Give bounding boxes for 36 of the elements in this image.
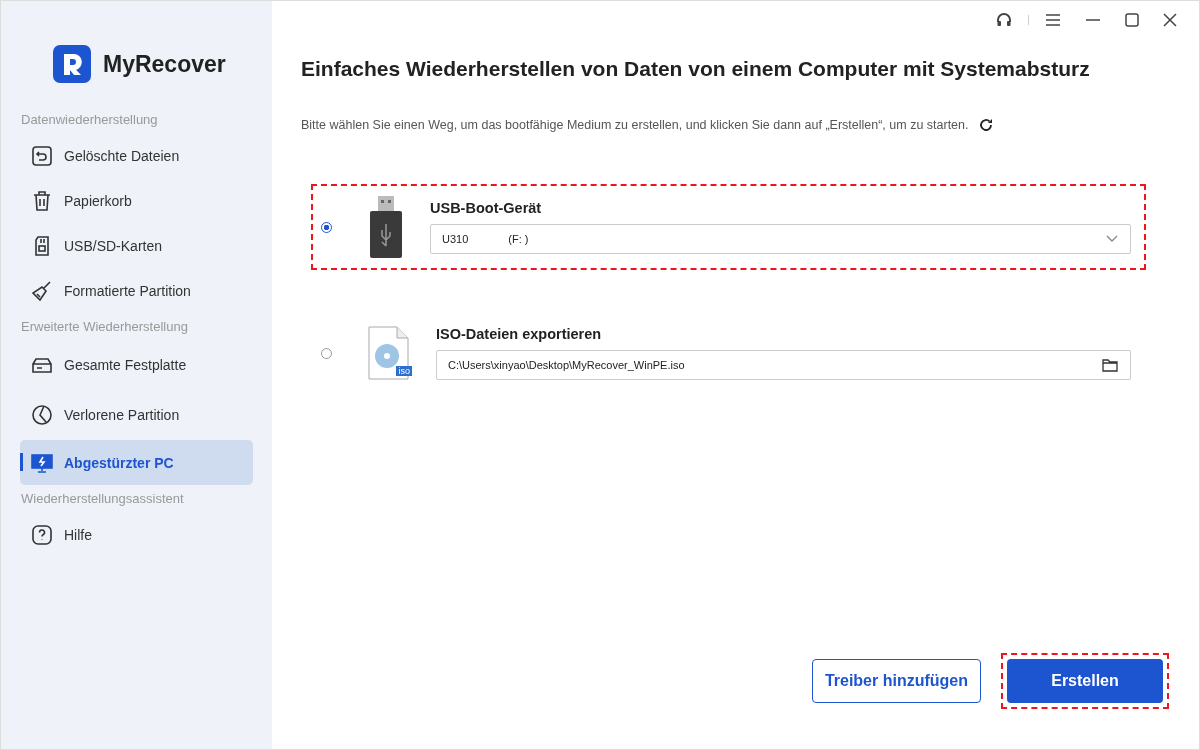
- usb-drive-icon: [368, 196, 404, 258]
- sidebar-item[interactable]: USB/SD-Karten: [20, 223, 253, 268]
- section-heading: Erweiterte Wiederherstellung: [20, 318, 189, 336]
- add-driver-button[interactable]: Treiber hinzufügen: [811, 659, 981, 703]
- chevron-down-icon: [1106, 235, 1118, 243]
- radio-button[interactable]: [321, 221, 332, 233]
- sidebar-item[interactable]: Abgestürzter PC: [20, 440, 253, 485]
- sidebar-item[interactable]: Papierkorb: [20, 178, 253, 223]
- app-logo-icon: [53, 45, 91, 83]
- section-heading: Datenwiederherstellung: [20, 111, 159, 129]
- instruction-text: Bitte wählen Sie einen Weg, um das bootfähige Medium zu erstellen, und klicken Sie dann auf „Erstellen“, um zu starten.: [301, 118, 969, 132]
- option-label: USB-Boot-Gerät: [430, 200, 543, 216]
- menu-icon[interactable]: [1045, 13, 1061, 27]
- sidebar-item[interactable]: Hilfe: [20, 512, 253, 557]
- path-field[interactable]: C:\Users\xinyao\Desktop\MyRecover_WinPE.iso: [436, 350, 1131, 380]
- create-button[interactable]: Erstellen: [1007, 659, 1163, 703]
- sidebar-item[interactable]: Verlorene Partition: [20, 390, 253, 440]
- headset-icon[interactable]: [996, 12, 1012, 28]
- drive-dropdown[interactable]: U310 (F: ): [430, 224, 1131, 254]
- maximize-icon[interactable]: [1125, 13, 1139, 27]
- broom-icon: [30, 278, 54, 303]
- sidebar-item[interactable]: Formatierte Partition: [20, 268, 253, 313]
- refresh-icon[interactable]: [978, 118, 993, 132]
- app-name: MyRecover: [103, 50, 226, 78]
- help-icon: [30, 522, 54, 547]
- sidebar-item[interactable]: Gelöschte Dateien: [20, 133, 253, 178]
- undo-icon: [30, 143, 54, 168]
- option-label: ISO-Dateien exportieren: [436, 326, 603, 342]
- iso-file-icon: iso: [368, 326, 410, 380]
- pie-chart-icon: [30, 403, 54, 427]
- folder-icon[interactable]: [1102, 358, 1118, 372]
- page-title: Einfaches Wiederherstellen von Daten von einem Computer mit Systemabsturz: [301, 57, 1091, 81]
- close-icon[interactable]: [1163, 13, 1177, 27]
- sidebar-item[interactable]: Gesamte Festplatte: [20, 340, 253, 390]
- section-heading: Wiederherstellungsassistent: [20, 490, 185, 508]
- radio-button[interactable]: [321, 347, 332, 359]
